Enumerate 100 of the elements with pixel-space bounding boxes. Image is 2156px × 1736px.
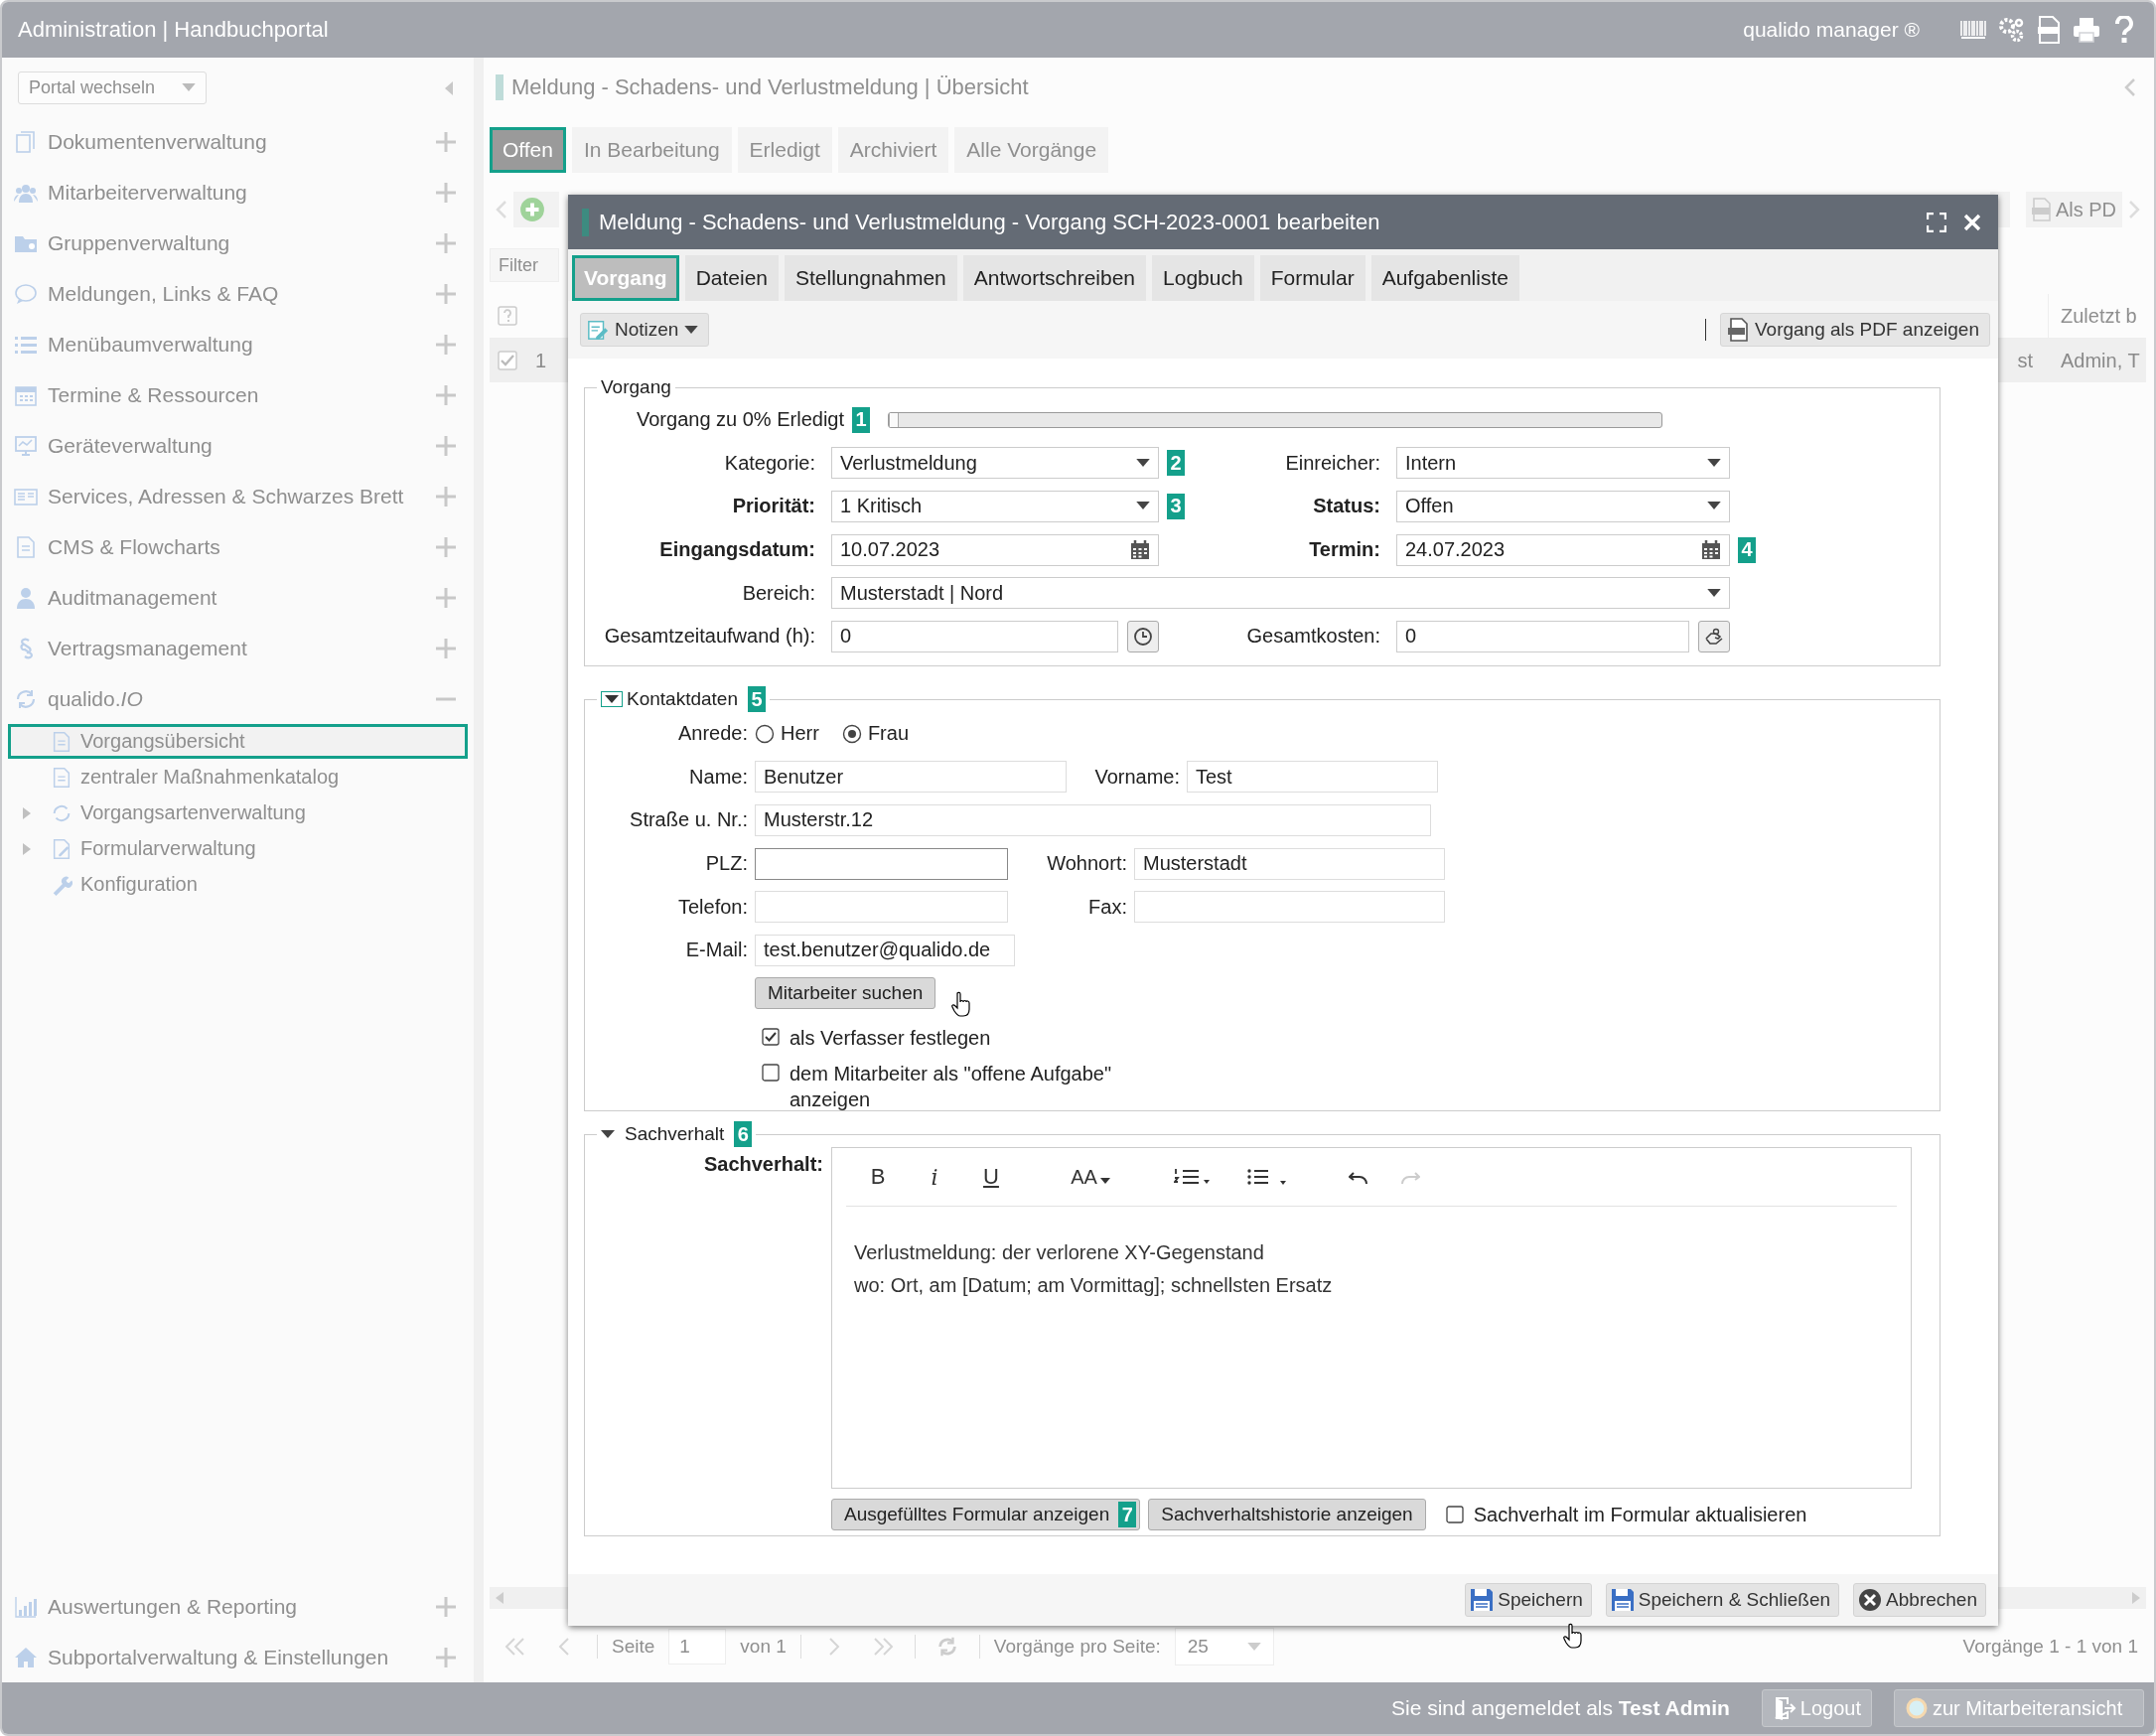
tab[interactable]: Aufgabenliste (1370, 255, 1519, 301)
chevron-right-icon[interactable] (2128, 200, 2140, 219)
expand-arrow-icon[interactable] (23, 842, 31, 855)
tab[interactable]: Formular (1259, 255, 1365, 301)
input-field[interactable] (755, 847, 1008, 880)
text-line: wo: Ort, am [Datum; am Vormittag]; schnellsten Ersatz (854, 1273, 1334, 1298)
pdf-file-icon (1726, 318, 1749, 342)
input-field[interactable]: Benutzer (755, 761, 1067, 794)
field-label: Name: (688, 765, 748, 789)
expand-icon[interactable] (436, 638, 456, 658)
product-name: qualido manager ® (1743, 18, 1920, 42)
date-field[interactable]: 24.07.2023 (1396, 533, 1730, 566)
cost-button[interactable] (1698, 620, 1730, 652)
text-editor[interactable]: B i U AA Verlustmeldung: der verlorene XY-Gegenstand wo: Ort, am [Datum; am Vormittag]; schnellsten Ersatz (831, 1147, 1912, 1489)
expand-icon[interactable] (436, 486, 456, 506)
section-title: Sachverhalt (625, 1123, 725, 1145)
field-label: Gesamtzeitaufwand (h): (603, 625, 816, 649)
tab[interactable]: Antwortschreiben (962, 255, 1147, 301)
maximize-icon[interactable] (1927, 212, 1946, 232)
first-page-icon[interactable] (503, 1636, 527, 1658)
input-field[interactable]: 0 (831, 620, 1118, 652)
format-button[interactable]: i (915, 1157, 954, 1197)
expand-icon[interactable] (436, 587, 456, 608)
notes-button[interactable]: Notizen (580, 313, 710, 347)
input-field[interactable]: Musterstadt (1134, 847, 1445, 880)
pdf-button[interactable]: Vorgang als PDF anzeigen (1719, 313, 1990, 347)
step-badge: 5 (748, 686, 766, 712)
filter-field[interactable]: Filter (490, 248, 559, 282)
date-field[interactable]: 10.07.2023 (831, 533, 1159, 566)
expand-arrow-icon[interactable] (23, 806, 31, 819)
font-size-button[interactable]: AA (1067, 1157, 1114, 1197)
select-field[interactable]: Intern (1396, 447, 1730, 480)
caret-icon (1099, 1178, 1110, 1184)
help-icon[interactable] (498, 306, 517, 326)
save-button[interactable]: Speichern (1465, 1583, 1592, 1617)
expand-icon[interactable] (436, 334, 456, 355)
radio-button[interactable] (841, 723, 862, 744)
bullet-list-icon[interactable] (1247, 1167, 1287, 1187)
select-field[interactable]: Offen (1396, 491, 1730, 522)
checkbox[interactable] (762, 1064, 780, 1083)
add-button[interactable] (513, 192, 559, 227)
select-field[interactable]: Musterstadt | Nord (831, 577, 1730, 610)
save-button[interactable]: Speichern & Schließen (1605, 1583, 1840, 1617)
field-label: Sachverhalt: (702, 1152, 823, 1176)
numbered-list-icon[interactable] (1174, 1167, 1210, 1187)
expand-icon[interactable] (436, 1596, 456, 1617)
radio-option[interactable]: Herr (755, 722, 819, 746)
select-field[interactable]: Verlustmeldung (831, 447, 1159, 480)
tab[interactable]: Stellungnahmen (785, 255, 957, 301)
page-size-label: Vorgänge pro Seite: (993, 1636, 1161, 1658)
expand-icon[interactable] (436, 283, 456, 304)
select-field[interactable]: 1 Kritisch (831, 491, 1159, 522)
input-field[interactable]: 0 (1396, 620, 1689, 652)
field-label: Kategorie: (723, 451, 816, 475)
table-cell-text: Admin, T (2060, 349, 2141, 372)
scroll-right-icon[interactable] (2132, 1592, 2140, 1604)
expand-icon[interactable] (436, 182, 456, 203)
progress-label: Vorgang zu 0% Erledigt (637, 408, 845, 432)
page-label: Seite (612, 1636, 655, 1658)
radio-option[interactable]: Frau (841, 722, 909, 746)
spreadsheet-file-icon[interactable] (2035, 16, 2063, 44)
gears-icon[interactable] (1997, 16, 2025, 44)
checkbox[interactable] (1445, 1506, 1464, 1523)
page-icon (51, 730, 72, 753)
cancel-button[interactable]: Abbrechen (1853, 1583, 1986, 1617)
chevron-left-icon[interactable] (496, 200, 507, 219)
checkbox-label: Sachverhalt im Formular aktualisieren (1473, 1503, 1807, 1527)
expand-icon[interactable] (436, 536, 456, 557)
expand-icon[interactable] (436, 131, 456, 152)
section-toggle-icon[interactable] (601, 691, 623, 707)
checkbox[interactable] (762, 1028, 780, 1047)
expand-icon[interactable] (436, 435, 456, 456)
format-button[interactable]: U (971, 1157, 1011, 1197)
monitor-icon (14, 433, 38, 458)
calendar-icon[interactable] (1130, 539, 1150, 560)
collapse-sidebar-icon[interactable] (444, 79, 454, 96)
search-staff-button[interactable]: Mitarbeiter suchen (755, 977, 936, 1010)
field-label: Straße u. Nr.: (629, 808, 748, 832)
close-icon[interactable] (1962, 212, 1982, 232)
input-field[interactable]: test.benutzer@qualido.de (755, 934, 1015, 966)
expand-icon[interactable] (436, 384, 456, 405)
form-action-button[interactable]: Sachverhaltshistorie anzeigen (1148, 1499, 1426, 1530)
chevron-left-icon[interactable] (2124, 77, 2136, 97)
progress-handle[interactable] (889, 412, 900, 427)
expand-icon[interactable] (436, 1647, 456, 1667)
tab[interactable]: Dateien (684, 255, 779, 301)
format-button[interactable]: B (858, 1157, 898, 1197)
input-field[interactable]: Musterstr.12 (755, 804, 1431, 836)
expand-icon[interactable] (436, 232, 456, 253)
radio-button[interactable] (755, 723, 775, 744)
calendar-icon[interactable] (1701, 539, 1721, 560)
timer-button[interactable] (1127, 620, 1159, 652)
field-label: Fax: (1087, 895, 1127, 919)
printer-icon[interactable] (2073, 16, 2100, 44)
section-toggle-icon[interactable] (601, 1129, 615, 1139)
scroll-left-icon[interactable] (496, 1592, 503, 1604)
field-label: Gesamtkosten: (1245, 625, 1381, 649)
field-label: Vorname: (1093, 765, 1180, 789)
input-field[interactable]: Test (1187, 761, 1438, 794)
tab[interactable]: Logbuch (1152, 255, 1254, 301)
